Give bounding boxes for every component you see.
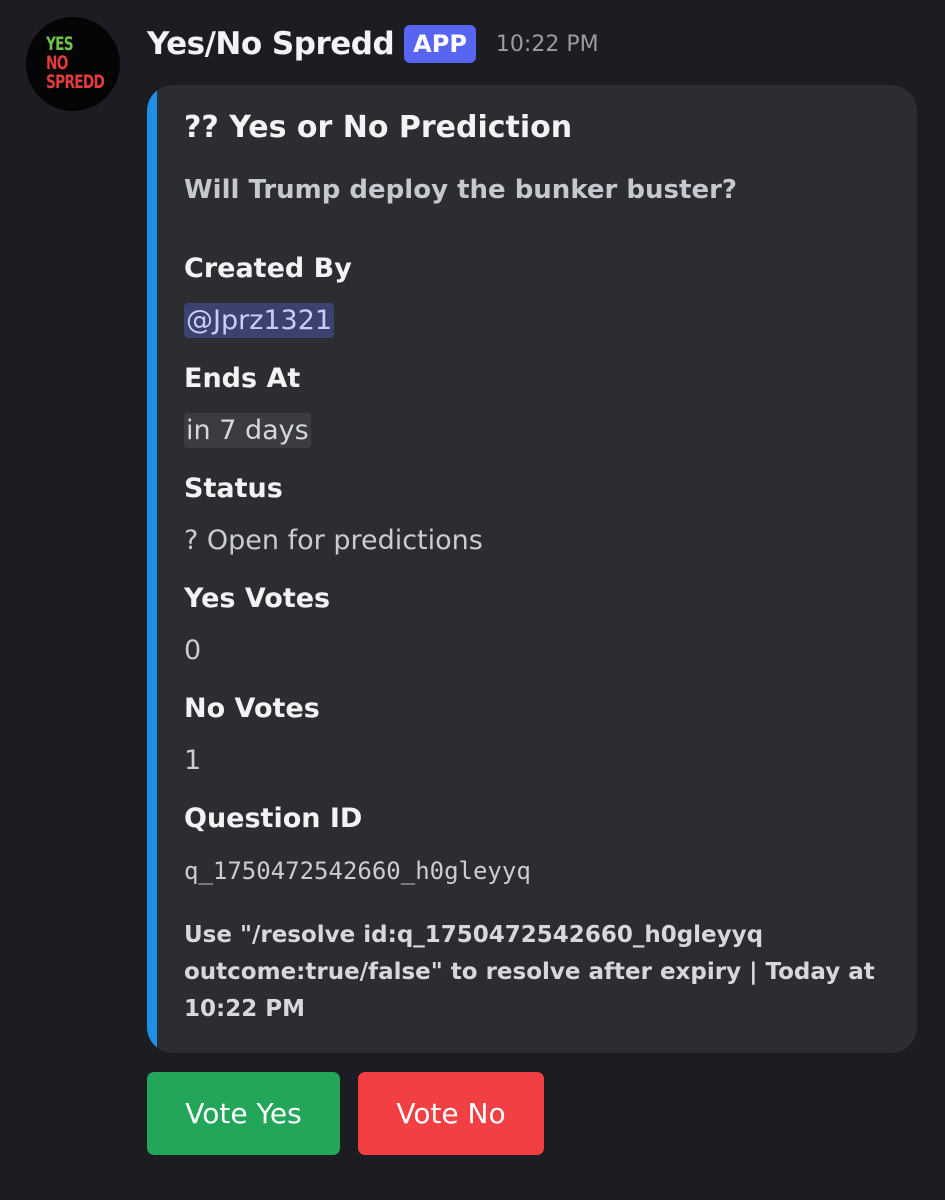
- field-ends-at-value: in 7 days: [184, 413, 311, 448]
- field-yes-votes-value: 0: [184, 635, 202, 666]
- field-created-by-value: @Jprz1321: [184, 303, 335, 338]
- vote-buttons-row: Vote Yes Vote No: [147, 1072, 544, 1155]
- bot-message: YES NO SPREDD Yes/No Spredd APP 10:22 PM…: [0, 0, 945, 1200]
- prediction-embed: ?? Yes or No Prediction Will Trump deplo…: [147, 85, 917, 1053]
- user-mention[interactable]: @Jprz1321: [184, 303, 335, 338]
- embed-title: ?? Yes or No Prediction: [184, 110, 573, 145]
- message-timestamp[interactable]: 10:22 PM: [496, 32, 599, 57]
- bot-avatar[interactable]: YES NO SPREDD: [26, 17, 120, 111]
- vote-no-button[interactable]: Vote No: [358, 1072, 544, 1155]
- embed-footer: Use "/resolve id:q_1750472542660_h0gleyy…: [184, 922, 875, 1022]
- field-ends-at-label: Ends At: [184, 363, 301, 394]
- field-status-label: Status: [184, 473, 283, 504]
- field-question-id-label: Question ID: [184, 803, 363, 834]
- embed-accent-bar: [147, 85, 157, 1053]
- avatar-logo-spredd: SPREDD: [46, 71, 105, 93]
- field-no-votes-value: 1: [184, 745, 202, 776]
- vote-yes-button[interactable]: Vote Yes: [147, 1072, 340, 1155]
- field-status-value: ? Open for predictions: [184, 525, 483, 556]
- relative-time[interactable]: in 7 days: [184, 413, 311, 448]
- field-question-id-value: q_1750472542660_h0gleyyq: [184, 857, 531, 885]
- embed-description: Will Trump deploy the bunker buster?: [184, 175, 737, 205]
- field-created-by-label: Created By: [184, 253, 352, 284]
- bot-username[interactable]: Yes/No Spredd: [147, 26, 395, 62]
- field-yes-votes-label: Yes Votes: [184, 583, 331, 614]
- field-no-votes-label: No Votes: [184, 693, 320, 724]
- app-badge: APP: [404, 25, 476, 63]
- message-header: Yes/No Spredd APP 10:22 PM: [147, 22, 599, 66]
